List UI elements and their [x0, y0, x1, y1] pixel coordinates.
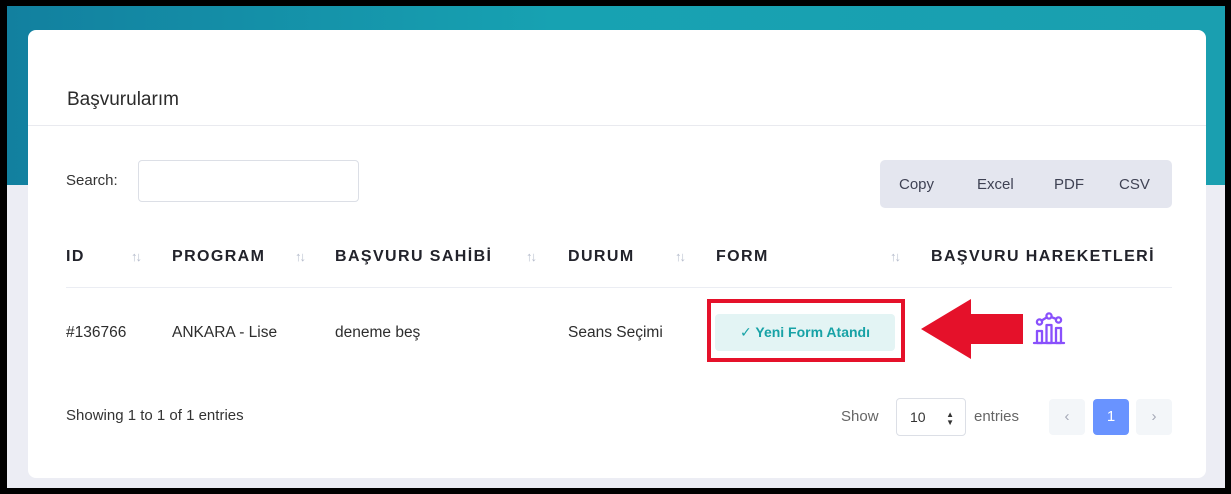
excel-button[interactable]: Excel [977, 160, 1014, 208]
chart-history-icon[interactable] [1031, 311, 1067, 347]
column-header-status[interactable]: DURUM [568, 248, 635, 266]
page-background: Başvurularım Search: Copy Excel PDF CSV … [7, 6, 1225, 488]
table-info: Showing 1 to 1 of 1 entries [66, 407, 244, 424]
show-label: Show [841, 408, 879, 425]
sort-icon[interactable]: ↑↓ [131, 249, 142, 264]
applications-card: Başvurularım Search: Copy Excel PDF CSV … [28, 30, 1206, 478]
title-divider [28, 125, 1206, 126]
entries-label: entries [974, 408, 1020, 425]
red-arrow-icon [921, 299, 1023, 359]
pagination-previous[interactable]: ‹ [1049, 399, 1085, 435]
column-header-program[interactable]: PROGRAM [172, 248, 265, 266]
page-length-select[interactable]: 10 ▲ ▼ [896, 398, 966, 436]
sort-icon[interactable]: ↑↓ [675, 249, 686, 264]
pdf-button[interactable]: PDF [1054, 160, 1084, 208]
export-buttons: Copy Excel PDF CSV [880, 160, 1172, 208]
search-label: Search: [66, 172, 118, 189]
header-divider [66, 287, 1172, 288]
highlight-box [707, 299, 905, 362]
search-input[interactable] [138, 160, 359, 202]
sort-icon[interactable]: ↑↓ [890, 249, 901, 264]
sort-icon[interactable]: ↑↓ [295, 249, 306, 264]
csv-button[interactable]: CSV [1119, 160, 1150, 208]
column-header-history[interactable]: BAŞVURU HAREKETLERİ [931, 248, 1155, 266]
column-header-id[interactable]: ID [66, 248, 85, 266]
cell-program: ANKARA - Lise [172, 324, 278, 341]
cell-id: #136766 [66, 324, 127, 341]
pagination-page-1[interactable]: 1 [1093, 399, 1129, 435]
sort-icon[interactable]: ↑↓ [526, 249, 537, 264]
card-title: Başvurularım [67, 89, 179, 110]
copy-button[interactable]: Copy [899, 160, 934, 208]
cell-status: Seans Seçimi [568, 324, 663, 341]
column-header-applicant[interactable]: BAŞVURU SAHİBİ [335, 248, 492, 266]
column-header-form[interactable]: FORM [716, 248, 769, 266]
pagination-next[interactable]: › [1136, 399, 1172, 435]
page-length-value: 10 [910, 409, 926, 425]
cell-applicant: deneme beş [335, 324, 421, 341]
sort-caret-icon: ▲ ▼ [946, 410, 954, 427]
